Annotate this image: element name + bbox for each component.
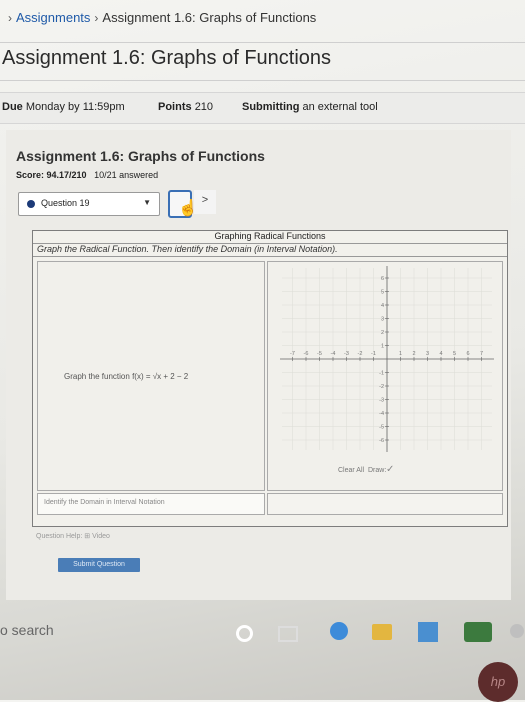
x-tick-label: -7 (290, 351, 295, 357)
x-tick-label: -4 (331, 351, 336, 357)
y-tick-label: -2 (379, 384, 384, 390)
x-tick-label: 4 (439, 351, 442, 357)
x-tick-label: 5 (453, 351, 456, 357)
due-label: Due (2, 101, 23, 113)
tool-title: Assignment 1.6: Graphs of Functions (16, 148, 265, 164)
chevron-right-icon: › (94, 11, 99, 25)
task-view-icon[interactable] (278, 626, 298, 642)
domain-placeholder: Identify the Domain in Interval Notation (44, 499, 165, 506)
draw-label: Draw: (368, 467, 387, 474)
store-icon[interactable] (418, 622, 438, 642)
submitting-label: Submitting (242, 101, 300, 113)
y-tick-label: 1 (381, 344, 384, 350)
y-tick-label: -3 (379, 398, 384, 404)
divider (0, 80, 525, 81)
points-value: 210 (194, 101, 214, 113)
function-statement: Graph the function f(x) = √x + 2 − 2 (64, 372, 188, 381)
question-panel: Graphing Radical Functions Graph the Rad… (32, 230, 508, 527)
coordinate-grid[interactable]: -7 -6 -5 -4 -3 -2 -1 1 2 3 4 5 6 7 6 5 4 3 2 1 -1 -2 -3 -4 -5 -6 (278, 264, 496, 454)
function-expression: f(x) = √x + 2 − 2 (132, 372, 189, 381)
breadcrumb-assignments-link[interactable]: Assignments (16, 10, 90, 25)
question-heading: Graphing Radical Functions (33, 231, 507, 244)
next-arrow-icon: > (201, 194, 209, 206)
x-tick-label: 6 (466, 351, 469, 357)
video-icon: ⊞ (84, 533, 91, 540)
breadcrumb: › Assignments › Assignment 1.6: Graphs of F… (4, 10, 316, 25)
breadcrumb-current: Assignment 1.6: Graphs of Functions (102, 10, 317, 25)
domain-answer-cell (267, 493, 503, 515)
graph-pane: -7 -6 -5 -4 -3 -2 -1 1 2 3 4 5 6 7 6 5 4 3 2 1 -1 -2 -3 -4 -5 -6… (267, 261, 503, 491)
clear-all-button[interactable]: Clear All (338, 467, 364, 474)
chevron-right-icon: › (8, 11, 12, 25)
question-help-row: Question Help: ⊞ Video (36, 532, 110, 540)
points-info: Points 210 (158, 101, 213, 113)
due-value: Monday by 11:59pm (25, 101, 125, 113)
draw-curve-tool-icon[interactable]: ✓ (386, 464, 394, 475)
y-tick-label: 6 (381, 276, 384, 282)
y-tick-label: 2 (381, 330, 384, 336)
question-status-dot (27, 200, 35, 208)
domain-answer-field[interactable]: Identify the Domain in Interval Notation (37, 493, 265, 515)
caret-down-icon: ▼ (143, 198, 151, 207)
page-title: Assignment 1.6: Graphs of Functions (2, 47, 332, 69)
x-tick-label: 7 (480, 351, 483, 357)
x-tick-label: -6 (304, 351, 309, 357)
due-info: Due Monday by 11:59pm (2, 101, 125, 113)
y-tick-label: 3 (381, 317, 384, 323)
question-instruction: Graph the Radical Function. Then identif… (33, 244, 507, 257)
submit-question-button[interactable]: Submit Question (58, 558, 140, 572)
y-tick-label: -1 (379, 371, 384, 377)
video-help-link[interactable]: Video (92, 533, 110, 540)
question-select[interactable]: Question 19 ▼ (18, 192, 160, 216)
submitting-info: Submitting an external tool (242, 101, 378, 113)
edge-browser-icon[interactable] (330, 622, 348, 640)
points-label: Points (158, 101, 192, 113)
function-pane: Graph the function f(x) = √x + 2 − 2 (37, 261, 265, 491)
y-tick-label: -5 (379, 425, 384, 431)
divider (0, 42, 525, 43)
taskbar-search[interactable]: o search (0, 622, 54, 638)
y-tick-label: 5 (381, 290, 384, 296)
x-tick-label: -3 (344, 351, 349, 357)
submitting-value: an external tool (302, 101, 378, 113)
y-tick-label: -4 (379, 411, 384, 417)
y-tick-label: 4 (381, 303, 384, 309)
answered-count: 10/21 answered (94, 170, 159, 180)
question-help-label: Question Help: (36, 533, 83, 540)
x-tick-label: -1 (371, 351, 376, 357)
external-tool-frame: Assignment 1.6: Graphs of Functions Scor… (6, 130, 511, 600)
x-tick-label: 2 (412, 351, 415, 357)
pinned-app-icon[interactable] (510, 624, 524, 638)
score-text: Score: 94.17/210 (16, 170, 87, 180)
x-tick-label: 3 (426, 351, 429, 357)
assignment-meta-bar: Due Monday by 11:59pm Points 210 Submitt… (0, 92, 525, 124)
axes (280, 266, 494, 452)
os-taskbar: o search (0, 612, 525, 652)
y-tick-labels: 6 5 4 3 2 1 -1 -2 -3 -4 -5 -6 (379, 276, 384, 444)
x-tick-label: 1 (399, 351, 402, 357)
score-line: Score: 94.17/210 10/21 answered (16, 170, 158, 180)
x-tick-labels: -7 -6 -5 -4 -3 -2 -1 1 2 3 4 5 6 7 (290, 351, 483, 357)
next-question-button[interactable]: > (194, 190, 216, 214)
x-tick-label: -2 (358, 351, 363, 357)
hp-logo-icon: hp (478, 662, 518, 702)
function-prefix: Graph the function (64, 372, 130, 381)
question-select-label: Question 19 (41, 198, 90, 208)
pinned-app-icon[interactable] (464, 622, 492, 642)
y-tick-label: -6 (379, 438, 384, 444)
file-explorer-icon[interactable] (372, 624, 392, 640)
cortana-circle-icon[interactable] (236, 625, 253, 642)
x-tick-label: -5 (317, 351, 322, 357)
